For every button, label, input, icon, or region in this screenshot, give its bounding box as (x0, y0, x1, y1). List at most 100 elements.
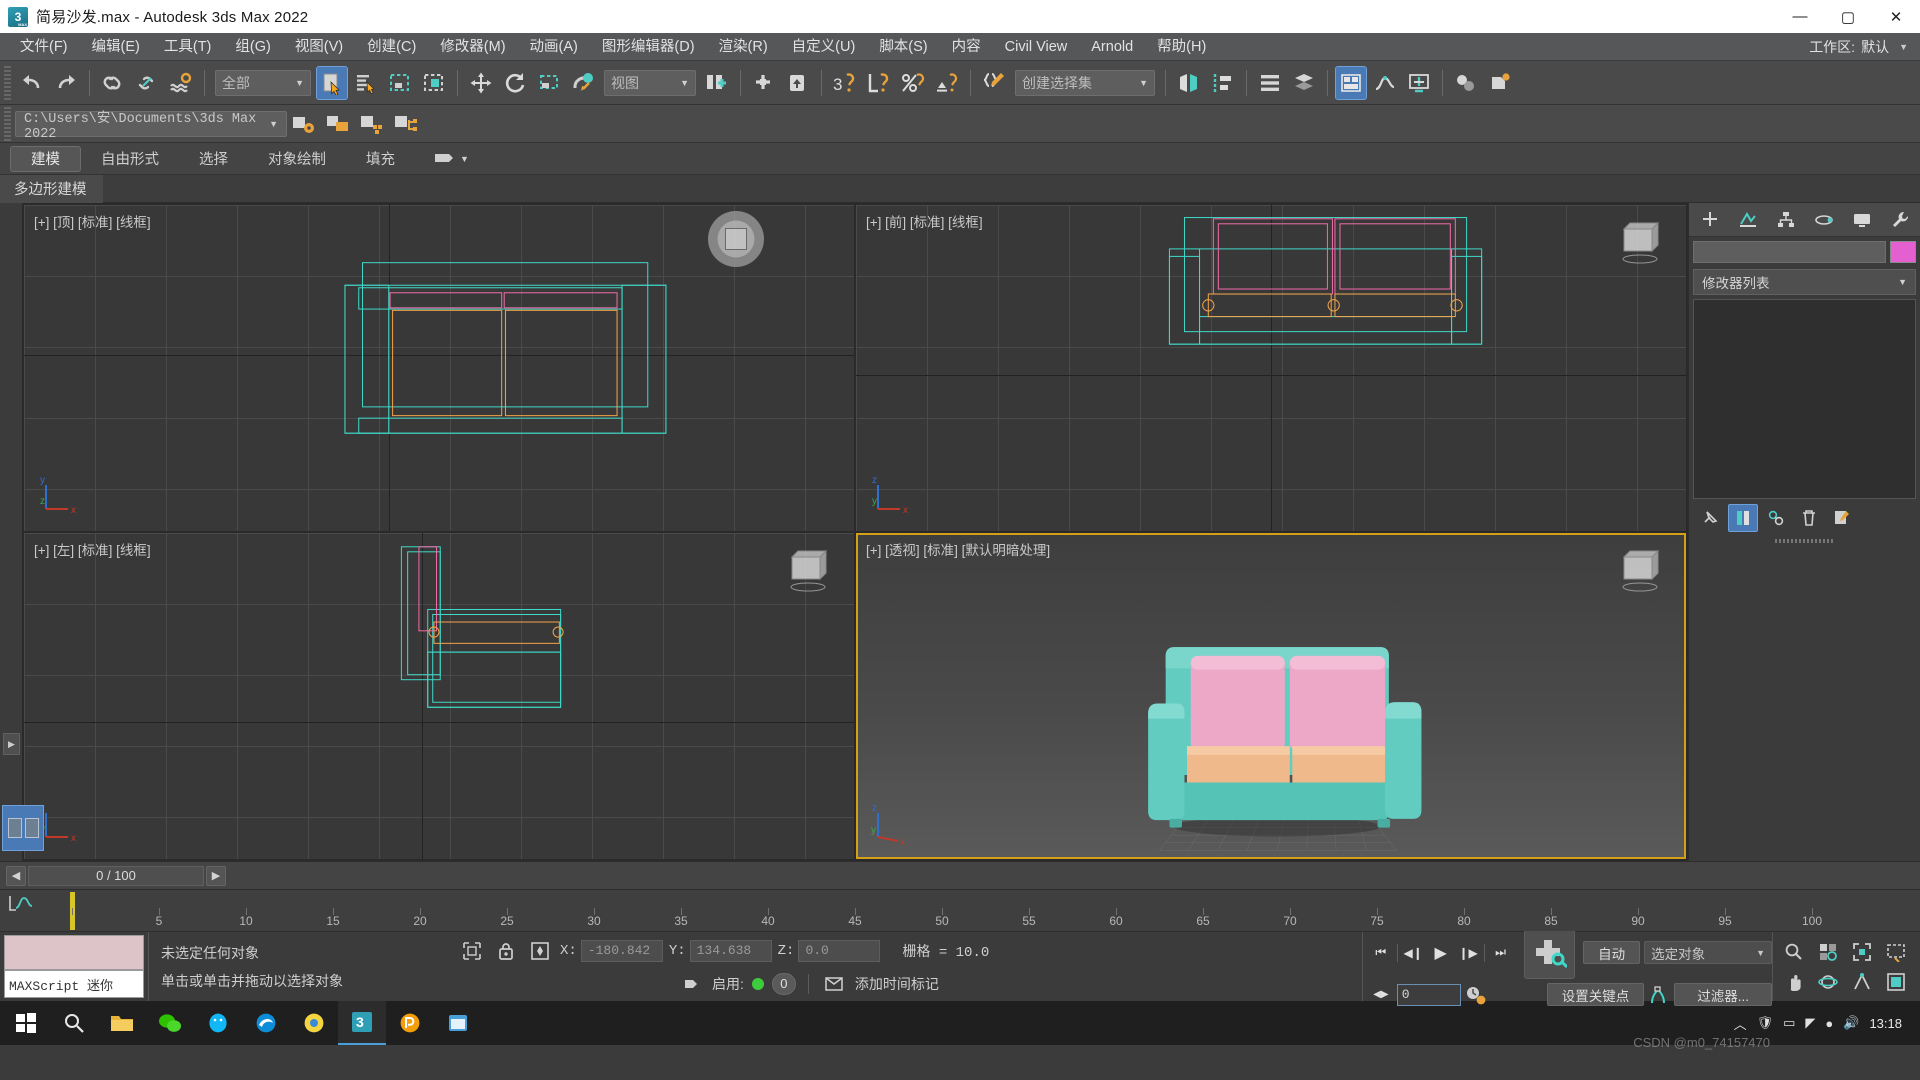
key-step-buttons[interactable]: ◀ ▶ (1369, 983, 1393, 1007)
remove-modifier-button[interactable] (1794, 504, 1824, 532)
bind-to-space-warp-button[interactable] (165, 66, 197, 100)
menu-item-content[interactable]: 内容 (940, 33, 993, 61)
key-mode-toggle-button[interactable] (679, 972, 703, 996)
selection-lock-button[interactable] (493, 938, 519, 964)
select-and-link-button[interactable] (97, 66, 129, 100)
configure-modifier-sets-button[interactable] (1827, 504, 1857, 532)
pan-button[interactable] (1777, 967, 1811, 997)
display-tab[interactable] (1843, 205, 1880, 235)
menu-item-views[interactable]: 视图(V) (283, 33, 355, 61)
render-setup-button[interactable] (1484, 66, 1516, 100)
material-editor-button[interactable] (1450, 66, 1482, 100)
isolate-selection-button[interactable] (459, 938, 485, 964)
chevron-up-icon[interactable]: ︿ (1734, 1014, 1747, 1033)
viewport-perspective[interactable]: [+] [透视] [标准] [默认明暗处理] z x y (856, 533, 1686, 859)
absolute-relative-transform-button[interactable] (527, 938, 553, 964)
scene-explorer-button[interactable] (1288, 66, 1320, 100)
menu-item-tools[interactable]: 工具(T) (152, 33, 224, 61)
menu-item-create[interactable]: 创建(C) (355, 33, 428, 61)
start-button[interactable] (2, 1001, 50, 1045)
mini-curve-editor-button[interactable] (0, 890, 42, 916)
select-by-name-button[interactable] (350, 66, 382, 100)
menu-item-file[interactable]: 文件(F) (8, 33, 80, 61)
toolbar-grip[interactable] (4, 65, 11, 100)
mirror-button[interactable] (1173, 66, 1205, 100)
zoom-button[interactable] (1777, 937, 1811, 967)
open-project-folder-button[interactable] (322, 107, 354, 141)
auto-key-button[interactable]: 自动 (1583, 941, 1641, 964)
angle-snap-toggle-button[interactable] (863, 66, 895, 100)
select-object-button[interactable] (316, 65, 348, 100)
modifier-stack-list[interactable] (1693, 299, 1916, 499)
object-color-swatch[interactable] (1890, 241, 1916, 263)
curve-editor-button[interactable] (1369, 66, 1401, 100)
menu-item-edit[interactable]: 编辑(E) (80, 33, 152, 61)
select-and-move-button[interactable] (465, 66, 497, 100)
toggle-ribbon-button[interactable] (1335, 65, 1367, 100)
network-icon[interactable]: ◤ (1805, 1015, 1815, 1031)
named-selection-set-combo[interactable]: 创建选择集 ▼ (1015, 69, 1155, 96)
utilities-tab[interactable] (1881, 205, 1918, 235)
coordinate-x[interactable]: X: -180.842 (560, 939, 663, 962)
coordinate-z[interactable]: Z: 0.0 (778, 939, 881, 962)
time-next-frame-button[interactable]: ▶ (206, 865, 226, 886)
set-key-big-button[interactable] (1524, 926, 1576, 979)
select-and-rotate-button[interactable] (499, 66, 531, 100)
unlink-selection-button[interactable] (131, 66, 163, 100)
menu-item-civil-view[interactable]: Civil View (993, 33, 1080, 61)
track-bar[interactable]: 5 10 15 20 25 30 35 40 45 50 55 60 65 70 75 80 85 90 95 100 (0, 889, 1920, 931)
viewport-label-left[interactable]: [+] [左] [标准] [线框] (34, 539, 151, 559)
project-settings-button[interactable] (288, 107, 320, 141)
pathrow-grip[interactable] (4, 106, 11, 141)
taskbar-qq[interactable] (194, 1001, 242, 1045)
menu-item-customize[interactable]: 自定义(U) (780, 33, 868, 61)
workspace-selector[interactable]: 工作区: 默认 ▼ (1809, 37, 1920, 57)
manage-assets-button[interactable] (390, 107, 422, 141)
viewport-label-perspective[interactable]: [+] [透视] [标准] [默认明暗处理] (866, 539, 1050, 559)
selection-filter-combo[interactable]: 全部 ▼ (215, 69, 311, 96)
view-cube-icon[interactable] (782, 547, 834, 593)
layer-explorer-button[interactable] (1254, 66, 1286, 100)
taskbar-browser[interactable] (290, 1001, 338, 1045)
taskbar-search-button[interactable] (50, 1001, 98, 1045)
ribbon-overflow-control[interactable]: ▼ (433, 151, 469, 166)
menu-item-scripting[interactable]: 脚本(S) (867, 33, 939, 61)
maxscript-input-field[interactable]: MAXScript 迷你 (4, 970, 144, 998)
taskbar-window-app[interactable] (434, 1001, 482, 1045)
monitor-icon[interactable]: ▭ (1783, 1015, 1795, 1031)
time-slider-handle[interactable]: 0 / 100 (28, 865, 204, 886)
project-path-combo[interactable]: C:\Users\安\Documents\3ds Max 2022 ▼ (15, 110, 287, 142)
taskbar-photoshop[interactable] (386, 1001, 434, 1045)
ribbon-tab-selection[interactable]: 选择 (179, 146, 248, 172)
maxscript-mini-listener[interactable]: MAXScript 迷你 (0, 932, 148, 1001)
redo-button[interactable] (50, 66, 82, 100)
add-time-tag-label[interactable]: 添加时间标记 (855, 974, 939, 994)
time-prev-frame-button[interactable]: ◀ (6, 865, 26, 886)
menu-item-animation[interactable]: 动画(A) (518, 33, 590, 61)
zoom-extents-button[interactable] (1845, 937, 1879, 967)
viewport-label-front[interactable]: [+] [前] [标准] [线框] (866, 211, 983, 231)
viewport-layout-tab[interactable] (2, 805, 44, 851)
ribbon-tab-freeform[interactable]: 自由形式 (81, 146, 179, 172)
taskbar-edge[interactable] (242, 1001, 290, 1045)
maximize-viewport-toggle-button[interactable] (1879, 967, 1913, 997)
select-and-manipulate-button[interactable] (748, 66, 780, 100)
make-unique-button[interactable] (1761, 504, 1791, 532)
select-and-scale-button[interactable] (533, 66, 565, 100)
coordinate-y[interactable]: Y: 134.638 (669, 939, 772, 962)
viewport-label-top[interactable]: [+] [顶] [标准] [线框] (34, 211, 151, 231)
add-time-tag-button[interactable] (822, 972, 846, 996)
use-pivot-point-center-button[interactable] (701, 66, 733, 100)
zoom-region-button[interactable] (1879, 937, 1913, 967)
modify-tab[interactable] (1729, 205, 1766, 235)
coordinate-z-value[interactable]: 0.0 (798, 939, 881, 962)
align-button[interactable] (1207, 66, 1239, 100)
time-configuration-button[interactable] (1465, 983, 1487, 1007)
object-name-input[interactable] (1693, 241, 1886, 263)
maxscript-output-pane[interactable] (4, 935, 144, 971)
zoom-all-button[interactable] (1811, 937, 1845, 967)
select-and-place-button[interactable] (567, 66, 599, 100)
ribbon-tab-object-paint[interactable]: 对象绘制 (248, 146, 346, 172)
percent-snap-toggle-button[interactable] (897, 66, 929, 100)
key-filters-button[interactable]: 过滤器... (1674, 983, 1772, 1006)
